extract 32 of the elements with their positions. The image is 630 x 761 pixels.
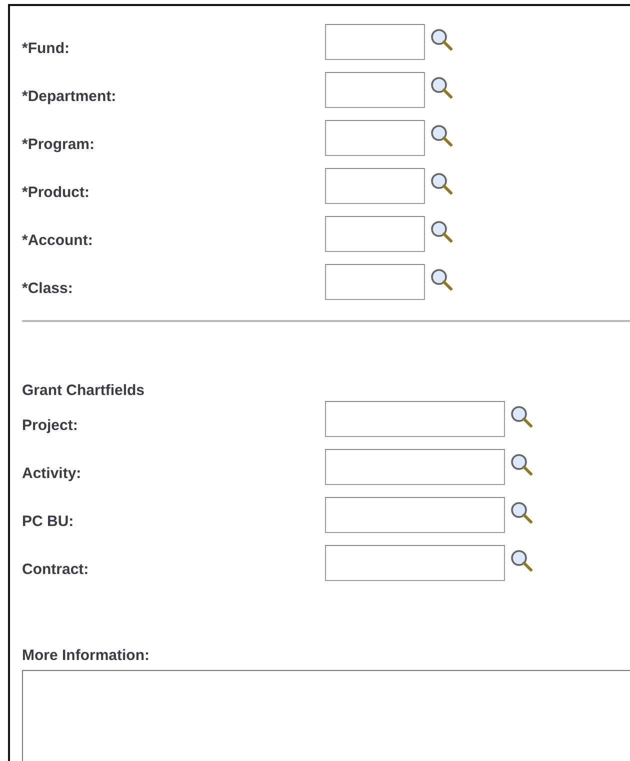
field-label: *Department: [22,86,118,104]
input-field[interactable] [325,264,425,300]
field-label: Project: [22,416,79,434]
input-field[interactable] [325,216,425,252]
field-label: *Fund: [22,38,70,56]
search-icon[interactable] [429,219,455,245]
field-label: Activity: [22,464,82,482]
search-icon[interactable] [429,171,455,197]
field-label: *Class: [22,278,74,296]
field-label: *Account: [22,230,94,248]
input-field[interactable] [325,168,425,204]
input-field[interactable] [325,449,505,485]
field-label: *Program: [22,134,96,152]
input-field[interactable] [325,545,505,581]
search-icon[interactable] [429,123,455,149]
search-icon[interactable] [509,404,535,430]
input-field[interactable] [325,401,505,437]
field-label: *Product: [22,182,90,200]
search-icon[interactable] [429,267,455,293]
input-field[interactable] [325,24,425,60]
field-label: Contract: [22,560,90,578]
search-icon[interactable] [429,27,455,53]
section-heading: Grant Chartfields [22,382,146,399]
search-icon[interactable] [509,500,535,526]
search-icon[interactable] [509,452,535,478]
search-icon[interactable] [429,75,455,101]
input-field[interactable] [325,72,425,108]
input-field[interactable] [325,497,505,533]
field-label: PC BU: [22,512,75,530]
search-icon[interactable] [509,548,535,574]
input-field[interactable] [325,120,425,156]
field-label: More Information: [22,647,150,664]
